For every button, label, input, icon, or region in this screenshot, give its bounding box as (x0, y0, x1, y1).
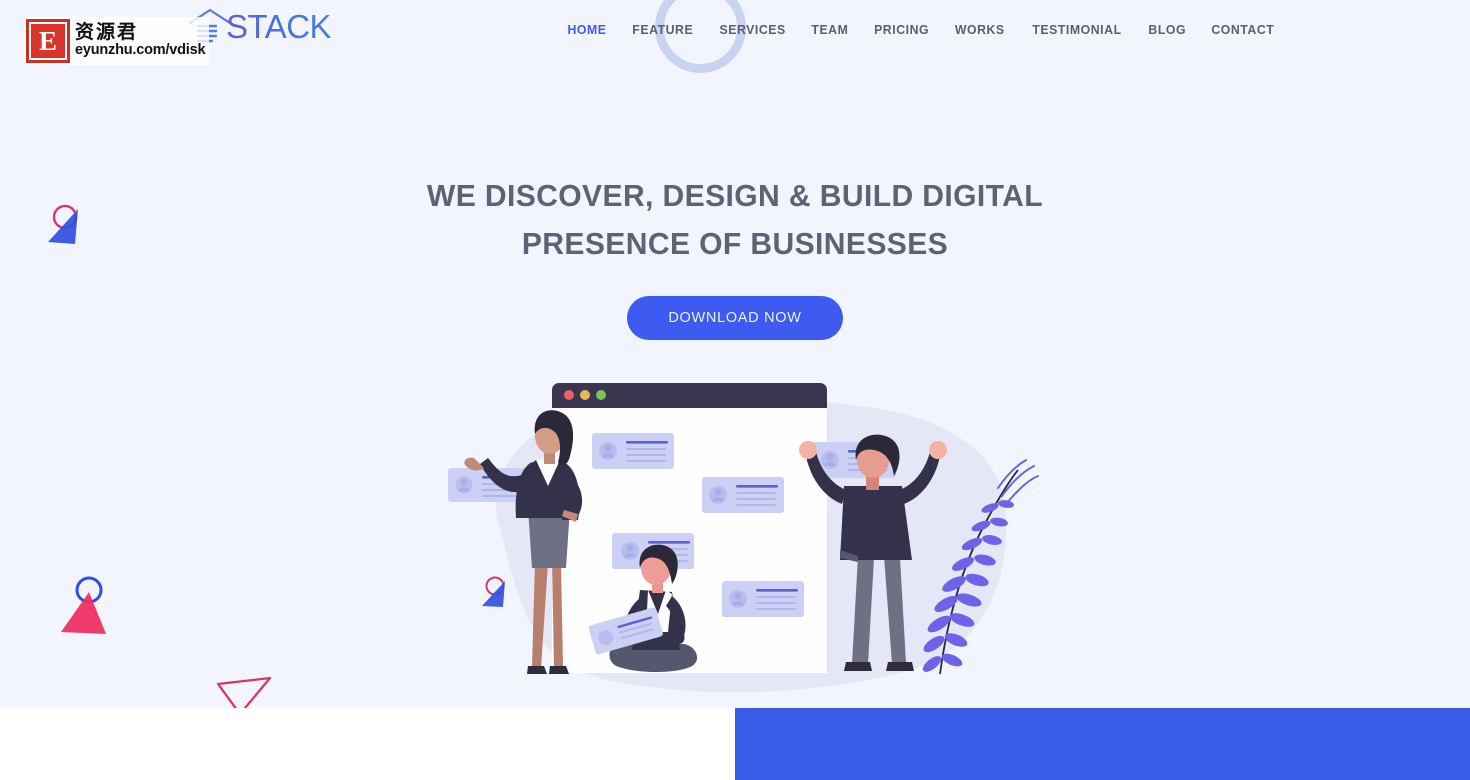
card-item (592, 433, 674, 469)
nav-item-home[interactable]: HOME (557, 16, 616, 43)
site-watermark: E 资源君 eyunzhu.com/vdisk (24, 17, 210, 65)
watermark-text: 资源君 eyunzhu.com/vdisk (75, 21, 206, 59)
card-item (722, 581, 804, 617)
watermark-chinese: 资源君 (75, 21, 139, 44)
footer-band-left (0, 708, 735, 780)
cta-container: DOWNLOAD NOW (0, 296, 1470, 340)
download-now-button[interactable]: DOWNLOAD NOW (627, 296, 843, 340)
watermark-logo-box: E (26, 19, 70, 63)
card-item (702, 477, 784, 513)
hero-headline: WE DISCOVER, DESIGN & BUILD DIGITAL PRES… (0, 172, 1470, 268)
nav-item-feature[interactable]: FEATURE (622, 16, 703, 43)
triangle-circle-blue-top-left (48, 204, 78, 244)
triangle-circle-pink-left (61, 576, 106, 634)
headline-line-1: WE DISCOVER, DESIGN & BUILD DIGITAL (426, 178, 1044, 213)
triangle-outline-pink-bottom (216, 676, 272, 708)
nav-item-testimonial[interactable]: TESTIMONIAL (1022, 16, 1132, 43)
watermark-letter: E (31, 24, 65, 58)
nav-item-blog[interactable]: BLOG (1138, 16, 1196, 43)
brand-name: STACK (226, 8, 332, 45)
nav-item-works[interactable]: WORKS (945, 16, 1015, 43)
headline-line-2: PRESENCE OF BUSINESSES (521, 226, 949, 261)
hero-section: HOME FEATURE SERVICES TEAM PRICING WORKS… (0, 0, 1470, 708)
window-dot-green (596, 390, 606, 400)
window-dot-yellow (580, 390, 590, 400)
footer-band-right (735, 708, 1470, 780)
nav-menu: HOME FEATURE SERVICES TEAM PRICING WORKS… (555, 16, 1288, 43)
nav-item-team[interactable]: TEAM (802, 16, 859, 43)
watermark-url: eyunzhu.com/vdisk (75, 42, 206, 59)
nav-item-pricing[interactable]: PRICING (864, 16, 939, 43)
hero-illustration (440, 378, 1040, 708)
nav-item-contact[interactable]: CONTACT (1201, 16, 1284, 43)
nav-item-services[interactable]: SERVICES (709, 16, 796, 43)
window-dot-red (564, 390, 574, 400)
